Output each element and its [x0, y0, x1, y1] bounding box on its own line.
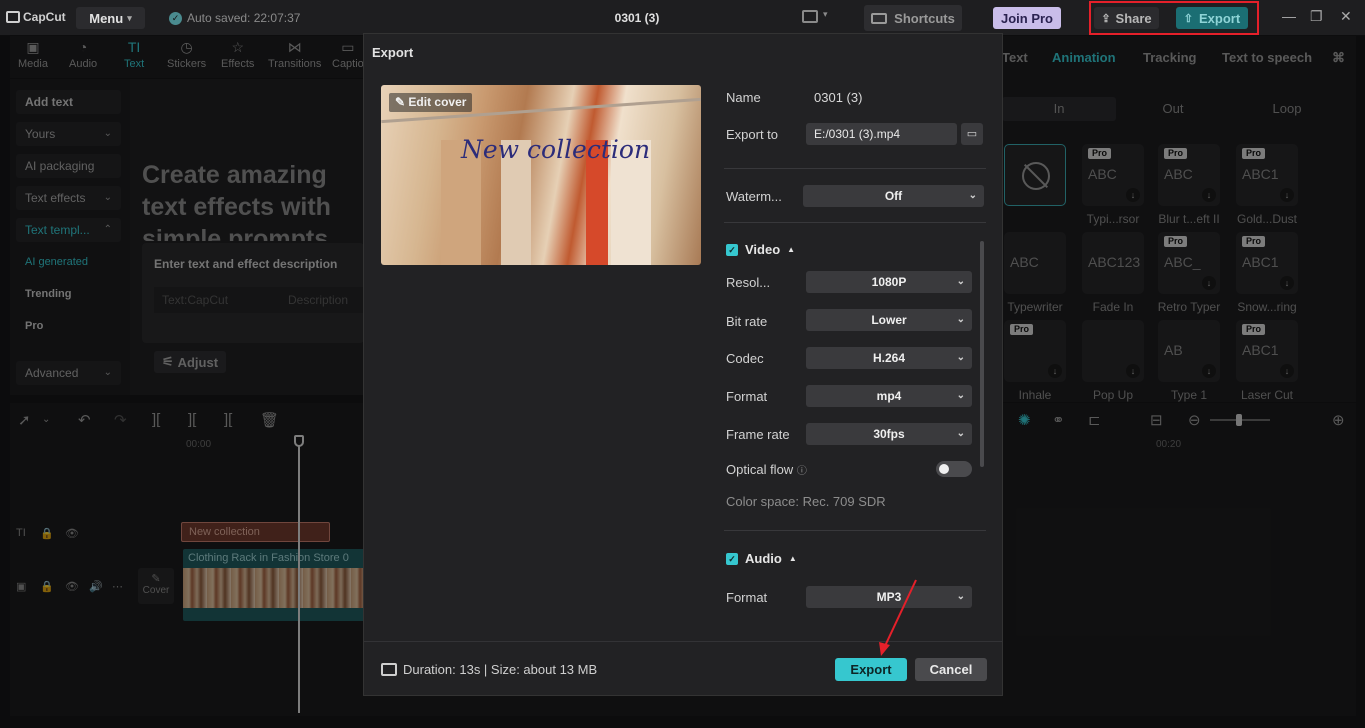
dialog-title: Export — [372, 45, 414, 60]
footer-info: Duration: 13s | Size: about 13 MB — [381, 662, 597, 677]
chevron-up-icon: ▲ — [788, 554, 797, 563]
optical-flow-toggle[interactable] — [936, 461, 972, 477]
audio-format-select[interactable]: MP3 ⌄ — [806, 586, 972, 608]
chevron-up-icon: ▲ — [787, 245, 796, 254]
chevron-down-icon: ⌄ — [956, 352, 965, 363]
format-label: Format — [726, 389, 768, 404]
export-to-label: Export to — [726, 127, 779, 142]
menu-label: Menu — [89, 10, 124, 26]
resolution-select[interactable]: 1080P ⌄ — [806, 271, 972, 293]
check-icon: ✓ — [169, 11, 182, 25]
watermark-select[interactable]: Off ⌄ — [803, 185, 984, 207]
divider — [724, 222, 986, 223]
film-icon — [381, 663, 397, 676]
chevron-down-icon: ⌄ — [956, 428, 965, 439]
join-pro-button[interactable]: Join Pro — [993, 7, 1061, 29]
optical-flow-text: Optical flow — [726, 462, 794, 477]
duration-size-text: Duration: 13s | Size: about 13 MB — [403, 662, 598, 677]
help-icon[interactable]: ⓘ — [797, 466, 807, 477]
menu-button[interactable]: Menu ▾ — [76, 7, 145, 29]
name-value[interactable]: 0301 (3) — [814, 90, 862, 105]
share-icon: ⇪ — [1101, 12, 1111, 25]
export-top-label: Export — [1199, 10, 1241, 26]
project-title: 0301 (3) — [614, 11, 660, 25]
chevron-down-icon: ▾ — [127, 12, 132, 23]
layout-icon[interactable] — [802, 10, 818, 23]
watermark-label: Waterm... — [726, 189, 782, 204]
checkbox-icon[interactable]: ✓ — [726, 552, 738, 565]
format-value: mp4 — [876, 389, 902, 403]
bitrate-label: Bit rate — [726, 314, 768, 329]
audio-format-label: Format — [726, 590, 768, 605]
bitrate-value: Lower — [871, 313, 907, 327]
upload-icon: ⇧ — [1183, 12, 1194, 25]
watermark-value: Off — [884, 189, 903, 203]
folder-icon[interactable]: ▭ — [961, 123, 983, 145]
export-path-field[interactable]: E:/0301 (3).mp4 — [806, 123, 957, 145]
maximize-icon[interactable]: ❐ — [1310, 8, 1323, 25]
cover-preview: ✎ Edit cover New collection — [381, 85, 701, 265]
resolution-value: 1080P — [871, 275, 907, 289]
keyboard-icon — [871, 12, 888, 24]
audio-format-value: MP3 — [876, 590, 902, 604]
audio-section-label: Audio — [745, 551, 782, 566]
minimize-icon[interactable]: — — [1282, 8, 1296, 24]
share-label: Share — [1115, 10, 1152, 26]
video-section-header[interactable]: ✓ Video ▲ — [726, 242, 795, 257]
title-bar: CapCut Menu ▾ ✓ Auto saved: 22:07:37 030… — [0, 0, 1365, 36]
codec-value: H.264 — [872, 351, 906, 365]
capcut-logo: CapCut — [6, 10, 66, 24]
capcut-logo-icon — [6, 11, 20, 23]
checkbox-icon[interactable]: ✓ — [726, 243, 738, 256]
pencil-icon: ✎ — [395, 95, 406, 109]
resolution-label: Resol... — [726, 275, 771, 290]
chevron-down-icon: ⌄ — [956, 591, 965, 602]
chevron-down-icon: ⌄ — [956, 276, 965, 287]
edit-cover-label: Edit cover — [408, 95, 467, 109]
divider — [724, 530, 986, 531]
audio-section-header[interactable]: ✓ Audio ▲ — [726, 551, 797, 566]
export-dialog: Export ✎ Edit cover New collection Name … — [363, 33, 1003, 696]
chevron-down-icon[interactable]: ▾ — [823, 9, 828, 20]
logo-text: CapCut — [23, 10, 66, 24]
bitrate-select[interactable]: Lower ⌄ — [806, 309, 972, 331]
edit-cover-button[interactable]: ✎ Edit cover — [389, 93, 473, 112]
shortcuts-button[interactable]: Shortcuts — [864, 5, 962, 31]
preview-caption: New collection — [461, 135, 651, 164]
format-select[interactable]: mp4 ⌄ — [806, 385, 972, 407]
video-section-label: Video — [745, 242, 781, 257]
framerate-value: 30fps — [873, 427, 905, 441]
codec-select[interactable]: H.264 ⌄ — [806, 347, 972, 369]
export-button[interactable]: Export — [835, 658, 907, 681]
export-top-button[interactable]: ⇧ Export — [1176, 7, 1248, 29]
framerate-label: Frame rate — [726, 427, 790, 442]
optical-flow-label: Optical flow ⓘ — [726, 462, 807, 477]
chevron-down-icon: ⌄ — [956, 314, 965, 325]
share-button[interactable]: ⇪ Share — [1094, 7, 1159, 29]
chevron-down-icon: ⌄ — [968, 190, 977, 201]
close-icon[interactable]: ✕ — [1340, 8, 1352, 25]
footer-divider — [364, 641, 1002, 642]
autosave-text: Auto saved: 22:07:37 — [187, 11, 301, 25]
divider — [724, 168, 986, 169]
cancel-button[interactable]: Cancel — [915, 658, 987, 681]
autosave-status: ✓ Auto saved: 22:07:37 — [169, 11, 300, 25]
capcut-window: CapCut Menu ▾ ✓ Auto saved: 22:07:37 030… — [0, 0, 1365, 728]
shortcuts-label: Shortcuts — [894, 10, 955, 26]
framerate-select[interactable]: 30fps ⌄ — [806, 423, 972, 445]
color-space-text: Color space: Rec. 709 SDR — [726, 494, 886, 509]
toggle-knob — [939, 464, 949, 474]
chevron-down-icon: ⌄ — [956, 390, 965, 401]
name-label: Name — [726, 90, 761, 105]
codec-label: Codec — [726, 351, 764, 366]
settings-scrollbar[interactable] — [980, 241, 984, 467]
